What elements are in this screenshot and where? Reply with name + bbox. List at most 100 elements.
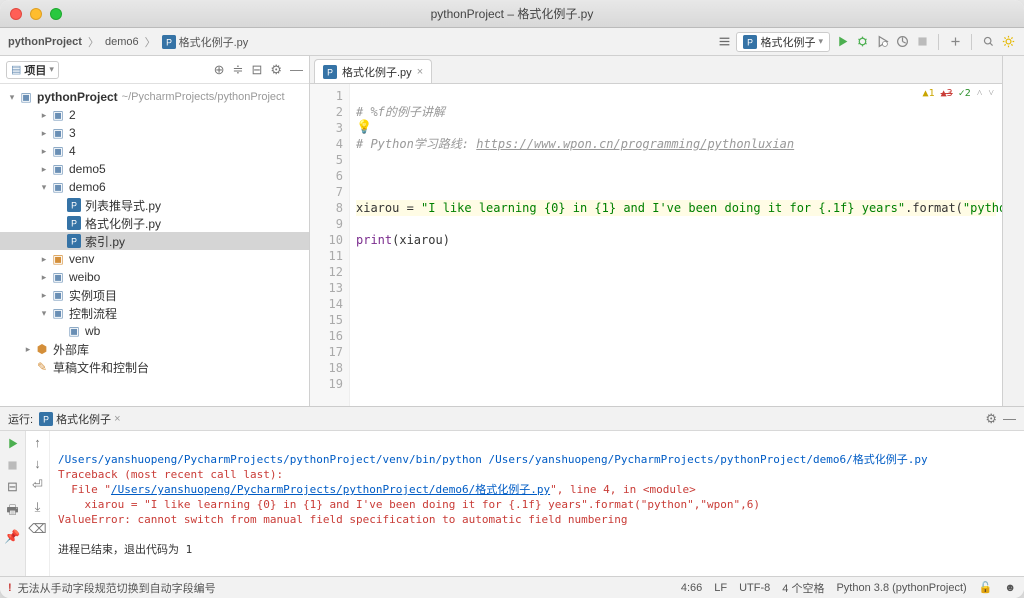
title-bar: pythonProject – 格式化例子.py xyxy=(0,0,1024,28)
collapse-all-button[interactable]: ⊟ xyxy=(251,62,262,78)
tree-item[interactable]: ✎草稿文件和控制台 xyxy=(0,358,309,376)
inspection-indicators[interactable]: ▲1 ▲3 ✓2 ˄ ˅ xyxy=(923,88,994,99)
soft-wrap-button[interactable]: ⏎ xyxy=(32,477,43,493)
tree-item[interactable]: ▸▣demo5 xyxy=(0,160,309,178)
tree-item[interactable]: ▸▣4 xyxy=(0,142,309,160)
run-console-gutter: ↑ ↓ ⏎ ⤓ ⌫ xyxy=(26,431,50,576)
run-config-selector[interactable]: P 格式化例子 ▾ xyxy=(736,32,830,52)
expand-all-button[interactable]: ≑ xyxy=(233,62,244,78)
code-content[interactable]: # %f的例子讲解 # Python学习路线: https://www.wpon… xyxy=(350,84,1002,406)
profile-button[interactable] xyxy=(894,34,910,50)
run-button[interactable] xyxy=(834,34,850,50)
svg-text:P: P xyxy=(43,414,49,424)
scroll-up-button[interactable]: ↑ xyxy=(34,435,41,450)
expand-arrow-icon[interactable]: ▸ xyxy=(22,344,34,355)
expand-arrow-icon[interactable]: ▸ xyxy=(38,272,50,283)
ide-status-icon[interactable]: ☻ xyxy=(1004,582,1016,594)
expand-arrow-icon[interactable]: ▸ xyxy=(38,290,50,301)
tree-item[interactable]: ▣wb xyxy=(0,322,309,340)
intention-bulb-icon[interactable]: 💡 xyxy=(356,120,372,135)
breadcrumb-folder[interactable]: demo6 xyxy=(105,36,139,48)
expand-arrow-icon[interactable]: ▸ xyxy=(38,110,50,121)
add-config-button[interactable] xyxy=(716,34,732,50)
tree-item-label: 3 xyxy=(69,126,76,140)
expand-arrow-icon[interactable]: ▾ xyxy=(38,182,50,193)
scroll-down-button[interactable]: ↓ xyxy=(34,456,41,471)
python-file-icon: P xyxy=(66,215,82,231)
run-layout-button[interactable]: ⊟ xyxy=(7,479,18,495)
indent-setting[interactable]: 4 个空格 xyxy=(782,580,824,596)
tree-root[interactable]: ▾ ▣ pythonProject ~/PycharmProjects/pyth… xyxy=(0,88,309,106)
line-separator[interactable]: LF xyxy=(714,582,727,594)
folder-icon: ▣ xyxy=(50,287,66,303)
ok-indicator[interactable]: ✓2 xyxy=(959,88,971,99)
console-output[interactable]: /Users/yanshuopeng/PycharmProjects/pytho… xyxy=(50,431,1024,576)
tree-item[interactable]: ▸⬢外部库 xyxy=(0,340,309,358)
chevron-up-icon[interactable]: ˄ xyxy=(977,88,983,99)
expand-arrow-icon[interactable]: ▸ xyxy=(38,164,50,175)
clear-console-button[interactable]: ⌫ xyxy=(28,521,46,537)
console-file-post: ", line 4, in <module> xyxy=(550,483,696,496)
expand-arrow-icon[interactable]: ▸ xyxy=(38,128,50,139)
coverage-button[interactable] xyxy=(874,34,890,50)
error-indicator[interactable]: ▲3 xyxy=(941,88,953,99)
code-line-5b: (xiarou) xyxy=(392,233,450,247)
tree-item[interactable]: P格式化例子.py xyxy=(0,214,309,232)
run-settings-button[interactable]: ⚙ xyxy=(985,411,997,427)
editor-tab[interactable]: P 格式化例子.py × xyxy=(314,59,432,83)
panel-settings-button[interactable]: ⚙ xyxy=(270,62,282,78)
tree-item[interactable]: ▸▣weibo xyxy=(0,268,309,286)
rerun-button[interactable] xyxy=(5,435,21,451)
code-editor[interactable]: 12345678910111213141516171819 # %f的例子讲解 … xyxy=(310,84,1002,406)
expand-arrow-icon[interactable]: ▾ xyxy=(6,92,18,103)
scratch-icon: ✎ xyxy=(34,359,50,375)
tree-item[interactable]: P列表推导式.py xyxy=(0,196,309,214)
close-tab-button[interactable]: × xyxy=(417,66,423,78)
maximize-window-button[interactable] xyxy=(50,8,62,20)
cursor-position[interactable]: 4:66 xyxy=(681,582,702,594)
run-tool-tab[interactable]: P 格式化例子 × xyxy=(39,411,120,427)
hide-panel-button[interactable]: — xyxy=(290,62,303,77)
warning-indicator[interactable]: ▲1 xyxy=(923,88,935,99)
tree-item[interactable]: ▾▣控制流程 xyxy=(0,304,309,322)
project-view-selector[interactable]: ▤ 项目 ▾ xyxy=(6,61,59,79)
tree-item[interactable]: ▸▣3 xyxy=(0,124,309,142)
expand-arrow-icon[interactable]: ▸ xyxy=(38,146,50,157)
tree-item[interactable]: ▸▣实例项目 xyxy=(0,286,309,304)
folder-icon: ▣ xyxy=(66,323,82,339)
stop-run-button[interactable] xyxy=(5,457,21,473)
file-encoding[interactable]: UTF-8 xyxy=(739,582,770,594)
tree-item-label: 格式化例子.py xyxy=(85,215,161,232)
svg-text:P: P xyxy=(748,37,754,47)
editor-tab-label: 格式化例子.py xyxy=(342,64,412,80)
breadcrumb-file[interactable]: P 格式化例子.py xyxy=(162,34,249,50)
project-tree[interactable]: ▾ ▣ pythonProject ~/PycharmProjects/pyth… xyxy=(0,84,309,406)
scroll-to-end-button[interactable]: ⤓ xyxy=(35,499,41,515)
minimize-window-button[interactable] xyxy=(30,8,42,20)
close-window-button[interactable] xyxy=(10,8,22,20)
stop-button[interactable] xyxy=(914,34,930,50)
select-opened-file-button[interactable]: ⊕ xyxy=(214,62,225,78)
tree-item[interactable]: ▸▣2 xyxy=(0,106,309,124)
run-print-button[interactable]: 🖶 xyxy=(6,501,18,523)
breadcrumb-project[interactable]: pythonProject xyxy=(8,36,82,48)
pin-button[interactable]: 📌 xyxy=(4,529,20,545)
window-title: pythonProject – 格式化例子.py xyxy=(0,5,1024,22)
hide-run-panel-button[interactable]: — xyxy=(1003,411,1016,426)
vcs-update-button[interactable] xyxy=(947,34,963,50)
search-everywhere-button[interactable] xyxy=(980,34,996,50)
tree-item[interactable]: ▸▣venv xyxy=(0,250,309,268)
python-interpreter[interactable]: Python 3.8 (pythonProject) xyxy=(836,582,966,594)
status-error-icon[interactable]: ! xyxy=(8,582,12,594)
chevron-down-icon[interactable]: ˅ xyxy=(988,88,994,99)
code-line-2-url[interactable]: https://www.wpon.cn/programming/pythonlu… xyxy=(476,137,794,151)
expand-arrow-icon[interactable]: ▾ xyxy=(38,308,50,319)
read-only-toggle[interactable]: 🔓 xyxy=(979,581,993,594)
expand-arrow-icon[interactable]: ▸ xyxy=(38,254,50,265)
tree-item[interactable]: P索引.py xyxy=(0,232,309,250)
console-file-link[interactable]: /Users/yanshuopeng/PycharmProjects/pytho… xyxy=(111,483,550,496)
close-run-tab-button[interactable]: × xyxy=(114,413,120,425)
settings-button[interactable] xyxy=(1000,34,1016,50)
tree-item[interactable]: ▾▣demo6 xyxy=(0,178,309,196)
debug-button[interactable] xyxy=(854,34,870,50)
